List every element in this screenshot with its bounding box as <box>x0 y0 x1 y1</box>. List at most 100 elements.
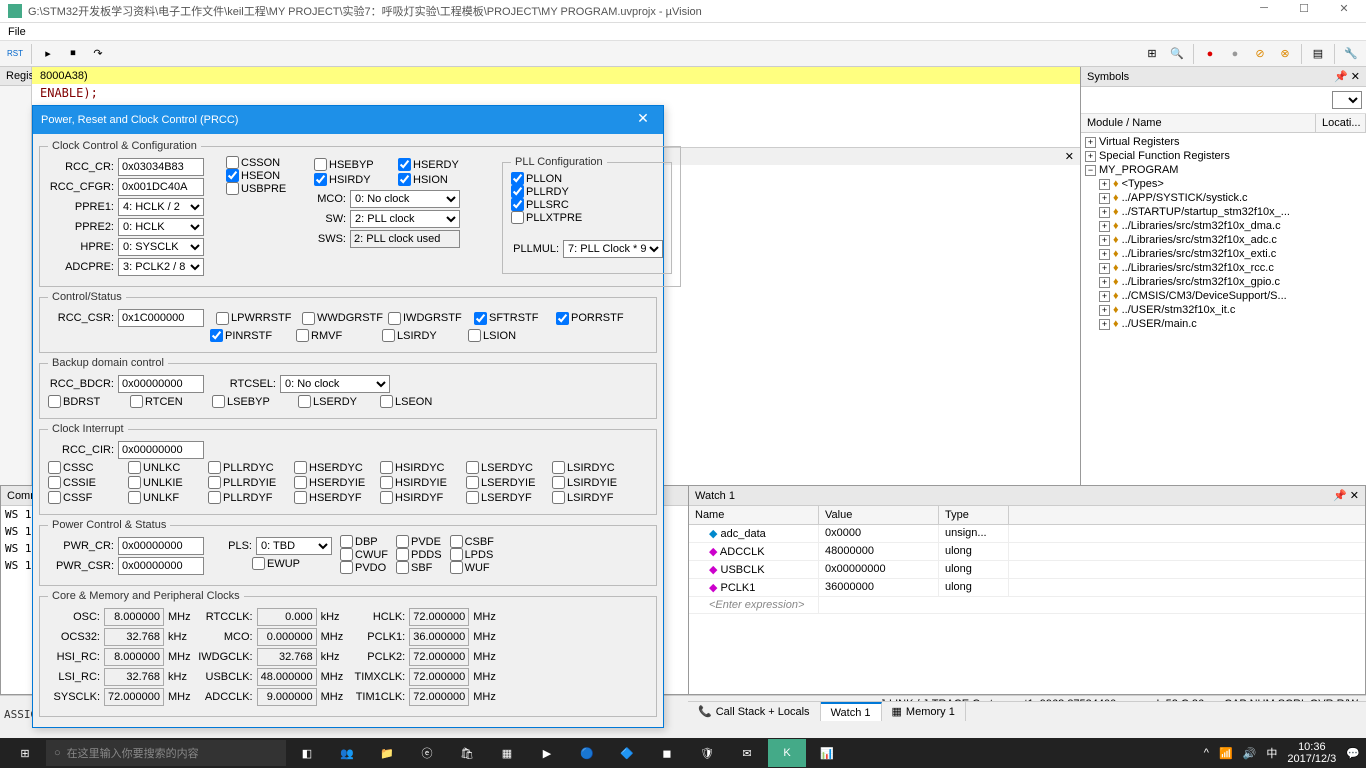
pllxtpre-check[interactable]: PLLXTPRE <box>511 211 663 224</box>
symbols-tree[interactable]: +Virtual Registers +Special Function Reg… <box>1081 133 1366 333</box>
step-icon[interactable]: ↷ <box>87 43 109 65</box>
hseon-check[interactable]: HSEON <box>226 169 306 182</box>
main-area: Regis... 8000A38) ENABLE); 📄dma.h 📄main.… <box>0 67 1366 695</box>
find-icon[interactable]: 🔍 <box>1166 43 1188 65</box>
collapse-icon[interactable]: − <box>1085 165 1096 176</box>
expand-icon[interactable]: + <box>1085 151 1096 162</box>
sym-hdr-name[interactable]: Module / Name <box>1081 114 1316 132</box>
rcc-bdcr-input[interactable] <box>118 375 204 393</box>
watch-enter[interactable]: <Enter expression> <box>689 597 1365 614</box>
dialog-close-button[interactable]: ✕ <box>631 110 655 130</box>
code-line: ENABLE); <box>32 84 1080 102</box>
hpre-select[interactable]: 0: SYSCLK <box>118 238 204 256</box>
taskbar: ⊞ ○ 在这里输入你要搜索的内容 ◧ 👥 📁 ⓔ 🛍 ▦ ▶ 🔵 🔷 ◼ 🛡 ✉… <box>0 738 1366 768</box>
minimize-button[interactable]: ─ <box>1250 2 1278 20</box>
mco-select[interactable]: 0: No clock <box>350 190 460 208</box>
volume-icon[interactable]: 🔊 <box>1243 747 1257 760</box>
tray-up-icon[interactable]: ^ <box>1204 747 1209 759</box>
app-icon[interactable]: 🛡 <box>688 739 726 767</box>
rcc-csr-input[interactable] <box>118 309 204 327</box>
ccc-group: Clock Control & Configuration RCC_CR: RC… <box>39 140 681 287</box>
sw-select[interactable]: 2: PLL clock <box>350 210 460 228</box>
tab-close-icon[interactable]: ✕ <box>1059 148 1080 165</box>
pll-group: PLL Configuration PLLON PLLRDY PLLSRC PL… <box>502 156 672 274</box>
store-icon[interactable]: 🛍 <box>448 739 486 767</box>
wifi-icon[interactable]: 📶 <box>1219 747 1233 760</box>
system-tray[interactable]: ^ 📶 🔊 中 10:36 2017/12/3 💬 <box>1204 741 1360 765</box>
keil-icon[interactable]: K <box>768 739 806 767</box>
toolbar: RST ▸ ⏹ ↷ ⊞ 🔍 ● ● ⊘ ⊗ ▤ 🔧 <box>0 41 1366 67</box>
red-dot-icon[interactable]: ● <box>1199 43 1221 65</box>
pwr-csr-input[interactable] <box>118 557 204 575</box>
pane-controls[interactable]: 📌 ✕ <box>1333 489 1359 502</box>
app-icon[interactable]: ▦ <box>488 739 526 767</box>
pls-select[interactable]: 0: TBD <box>256 537 332 555</box>
layout-icon[interactable]: ▤ <box>1307 43 1329 65</box>
ime-icon[interactable]: 中 <box>1266 745 1277 761</box>
app-icon[interactable]: 🔵 <box>568 739 606 767</box>
rcc-cir-input[interactable] <box>118 441 204 459</box>
symbols-title: Symbols <box>1087 71 1129 83</box>
tab-memory1[interactable]: ▦ Memory 1 <box>882 702 966 721</box>
watch-row[interactable]: ◆ ADCCLK48000000ulong <box>689 543 1365 561</box>
pcs-group: Power Control & Status PWR_CR: PWR_CSR: … <box>39 519 657 586</box>
maximize-button[interactable]: ☐ <box>1290 2 1318 20</box>
adcpre-select[interactable]: 3: PCLK2 / 8 <box>118 258 204 276</box>
prcc-dialog: Power, Reset and Clock Control (PRCC) ✕ … <box>32 105 664 728</box>
task-view-icon[interactable]: ◧ <box>288 739 326 767</box>
app-icon[interactable]: ▶ <box>528 739 566 767</box>
pllmul-select[interactable]: 7: PLL Clock * 9 <box>563 240 663 258</box>
dialog-title: Power, Reset and Clock Control (PRCC) <box>41 114 238 126</box>
hsion-check[interactable]: HSION <box>398 173 448 186</box>
ppre1-select[interactable]: 4: HCLK / 2 <box>118 198 204 216</box>
ppre2-select[interactable]: 0: HCLK <box>118 218 204 236</box>
rtcsel-select[interactable]: 0: No clock <box>280 375 390 393</box>
bottom-tabs: 📞 Call Stack + Locals Watch 1 ▦ Memory 1 <box>688 701 1366 721</box>
app-icon <box>8 4 22 18</box>
hsirdy-check[interactable]: HSIRDY <box>314 173 394 186</box>
pllrdy-check[interactable]: PLLRDY <box>511 185 663 198</box>
menu-file[interactable]: File <box>8 26 26 38</box>
wrench-icon[interactable]: 🔧 <box>1340 43 1362 65</box>
window-title: G:\STM32开发板学习资料\电子工作文件\keil工程\MY PROJECT… <box>28 3 1250 19</box>
window-icon[interactable]: ⊞ <box>1141 43 1163 65</box>
app-icon[interactable]: 📊 <box>808 739 846 767</box>
hserdy-check[interactable]: HSERDY <box>398 158 459 171</box>
notification-icon[interactable]: 💬 <box>1346 747 1360 760</box>
tab-callstack[interactable]: 📞 Call Stack + Locals <box>688 702 821 721</box>
dots-icon[interactable]: ⊘ <box>1249 43 1271 65</box>
explorer-icon[interactable]: 📁 <box>368 739 406 767</box>
sym-hdr-loc[interactable]: Locati... <box>1316 114 1366 132</box>
title-bar: G:\STM32开发板学习资料\电子工作文件\keil工程\MY PROJECT… <box>0 0 1366 23</box>
pwr-cr-input[interactable] <box>118 537 204 555</box>
people-icon[interactable]: 👥 <box>328 739 366 767</box>
stop-icon[interactable]: ⏹ <box>62 43 84 65</box>
start-button[interactable]: ⊞ <box>6 739 44 767</box>
csson-check[interactable]: CSSON <box>226 156 306 169</box>
symbols-filter[interactable] <box>1332 91 1362 109</box>
gray-dot-icon[interactable]: ● <box>1224 43 1246 65</box>
pllsrc-check[interactable]: PLLSRC <box>511 198 663 211</box>
edge-icon[interactable]: ⓔ <box>408 739 446 767</box>
app-icon[interactable]: ◼ <box>648 739 686 767</box>
watch-row[interactable]: ◆ PCLK136000000ulong <box>689 579 1365 597</box>
usbpre-check[interactable]: USBPRE <box>226 182 306 195</box>
close-button[interactable]: ✕ <box>1330 2 1358 20</box>
rst-button[interactable]: RST <box>4 43 26 65</box>
hsebyp-check[interactable]: HSEBYP <box>314 158 394 171</box>
dots2-icon[interactable]: ⊗ <box>1274 43 1296 65</box>
app-icon[interactable]: 🔷 <box>608 739 646 767</box>
pane-pin-icon[interactable]: 📌 ✕ <box>1334 70 1360 83</box>
expand-icon[interactable]: + <box>1085 137 1096 148</box>
rcc-cfgr-input[interactable] <box>118 178 204 196</box>
watch-row[interactable]: ◆ adc_data0x0000unsign... <box>689 525 1365 543</box>
tab-watch1[interactable]: Watch 1 <box>821 702 882 721</box>
mail-icon[interactable]: ✉ <box>728 739 766 767</box>
search-box[interactable]: ○ 在这里输入你要搜索的内容 <box>46 740 286 766</box>
cmc-group: Core & Memory and Peripheral Clocks OSC:… <box>39 590 657 717</box>
run-icon[interactable]: ▸ <box>37 43 59 65</box>
watch-row[interactable]: ◆ USBCLK0x00000000ulong <box>689 561 1365 579</box>
ci-group: Clock Interrupt RCC_CIR: CSSC UNLKC PLLR… <box>39 423 657 515</box>
pllon-check[interactable]: PLLON <box>511 172 663 185</box>
rcc-cr-input[interactable] <box>118 158 204 176</box>
